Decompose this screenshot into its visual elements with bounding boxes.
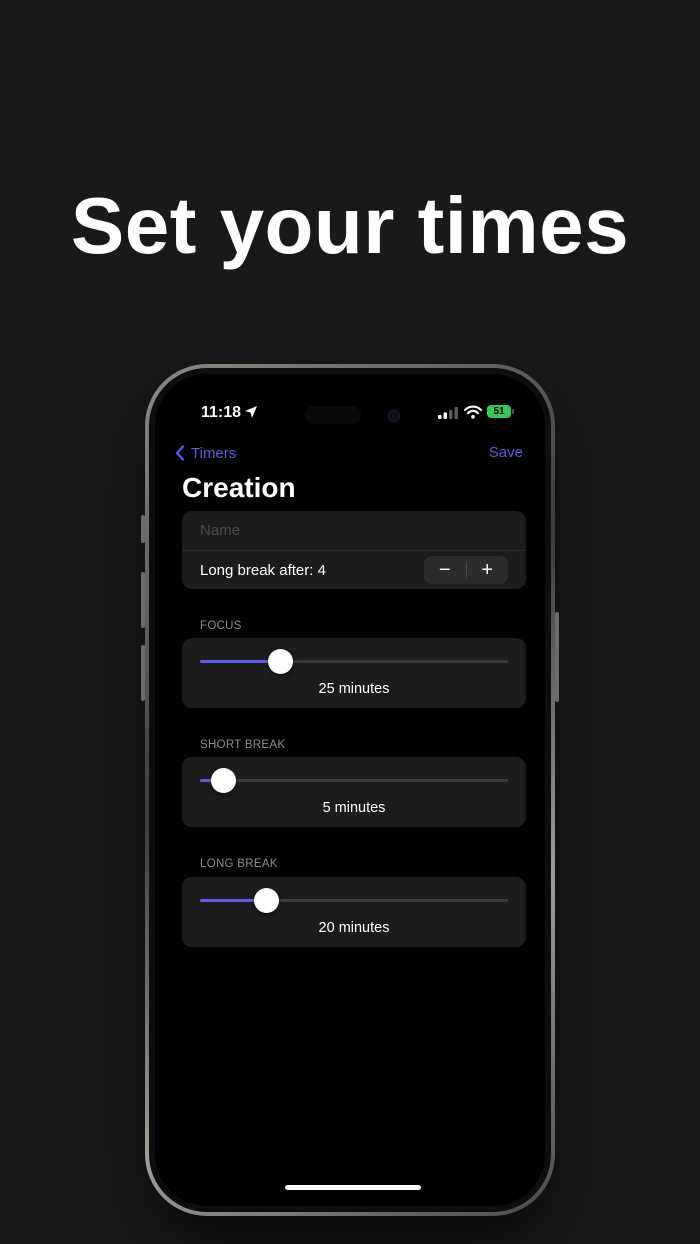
phone-screen: 11:18 51 Timers Save Creation Name Long …	[155, 374, 545, 1206]
battery-level: 51	[493, 406, 505, 417]
location-arrow-icon	[245, 406, 257, 418]
power-button	[555, 612, 559, 702]
long-break-after-label: Long break after: 4	[200, 561, 326, 579]
camera-icon	[388, 410, 400, 422]
name-row	[182, 511, 526, 551]
battery-cap	[512, 409, 514, 414]
wifi-icon	[464, 405, 482, 419]
long-break-section-header: LONG BREAK	[200, 858, 278, 870]
volume-up-button	[141, 572, 145, 628]
save-button[interactable]: Save	[489, 444, 523, 461]
long-break-slider-thumb[interactable]	[254, 888, 280, 913]
short-break-slider-thumb[interactable]	[211, 768, 237, 793]
status-time: 11:18	[201, 404, 242, 421]
long-break-after-row: Long break after: 4 − +	[182, 551, 526, 589]
volume-down-button	[141, 645, 145, 701]
long-break-value: 20 minutes	[318, 920, 390, 936]
long-break-slider-group: 20 minutes	[182, 877, 526, 947]
long-break-after-stepper: − +	[424, 556, 508, 584]
back-button-label: Timers	[191, 444, 237, 462]
headline: Set your times	[70, 181, 630, 270]
minus-icon: −	[438, 558, 451, 581]
cellular-signal-icon	[438, 407, 458, 419]
page-title: Creation	[182, 472, 296, 503]
increment-button[interactable]: +	[466, 556, 508, 584]
phone-bezel: 11:18 51 Timers Save Creation Name Long …	[149, 368, 551, 1212]
decrement-button[interactable]: −	[424, 556, 466, 584]
long-break-slider[interactable]	[200, 888, 508, 913]
dynamic-island	[305, 406, 361, 424]
phone-frame: 11:18 51 Timers Save Creation Name Long …	[145, 364, 555, 1216]
short-break-slider-group: 5 minutes	[182, 757, 526, 827]
short-break-value: 5 minutes	[322, 800, 386, 816]
name-input[interactable]	[200, 522, 500, 539]
timer-settings-group: Long break after: 4 − +	[182, 511, 526, 589]
focus-slider-group: 25 minutes	[182, 638, 526, 708]
focus-section-header: FOCUS	[200, 620, 242, 632]
focus-slider[interactable]	[200, 649, 508, 674]
short-break-slider[interactable]	[200, 768, 508, 793]
battery-icon: 51	[487, 405, 511, 418]
focus-slider-thumb[interactable]	[268, 649, 294, 674]
back-button[interactable]: Timers	[175, 442, 236, 464]
plus-icon: +	[481, 558, 494, 581]
home-indicator[interactable]	[285, 1185, 421, 1190]
short-break-section-header: SHORT BREAK	[200, 739, 286, 751]
chevron-left-icon	[175, 445, 185, 461]
focus-value: 25 minutes	[318, 681, 390, 697]
action-button	[141, 515, 145, 543]
